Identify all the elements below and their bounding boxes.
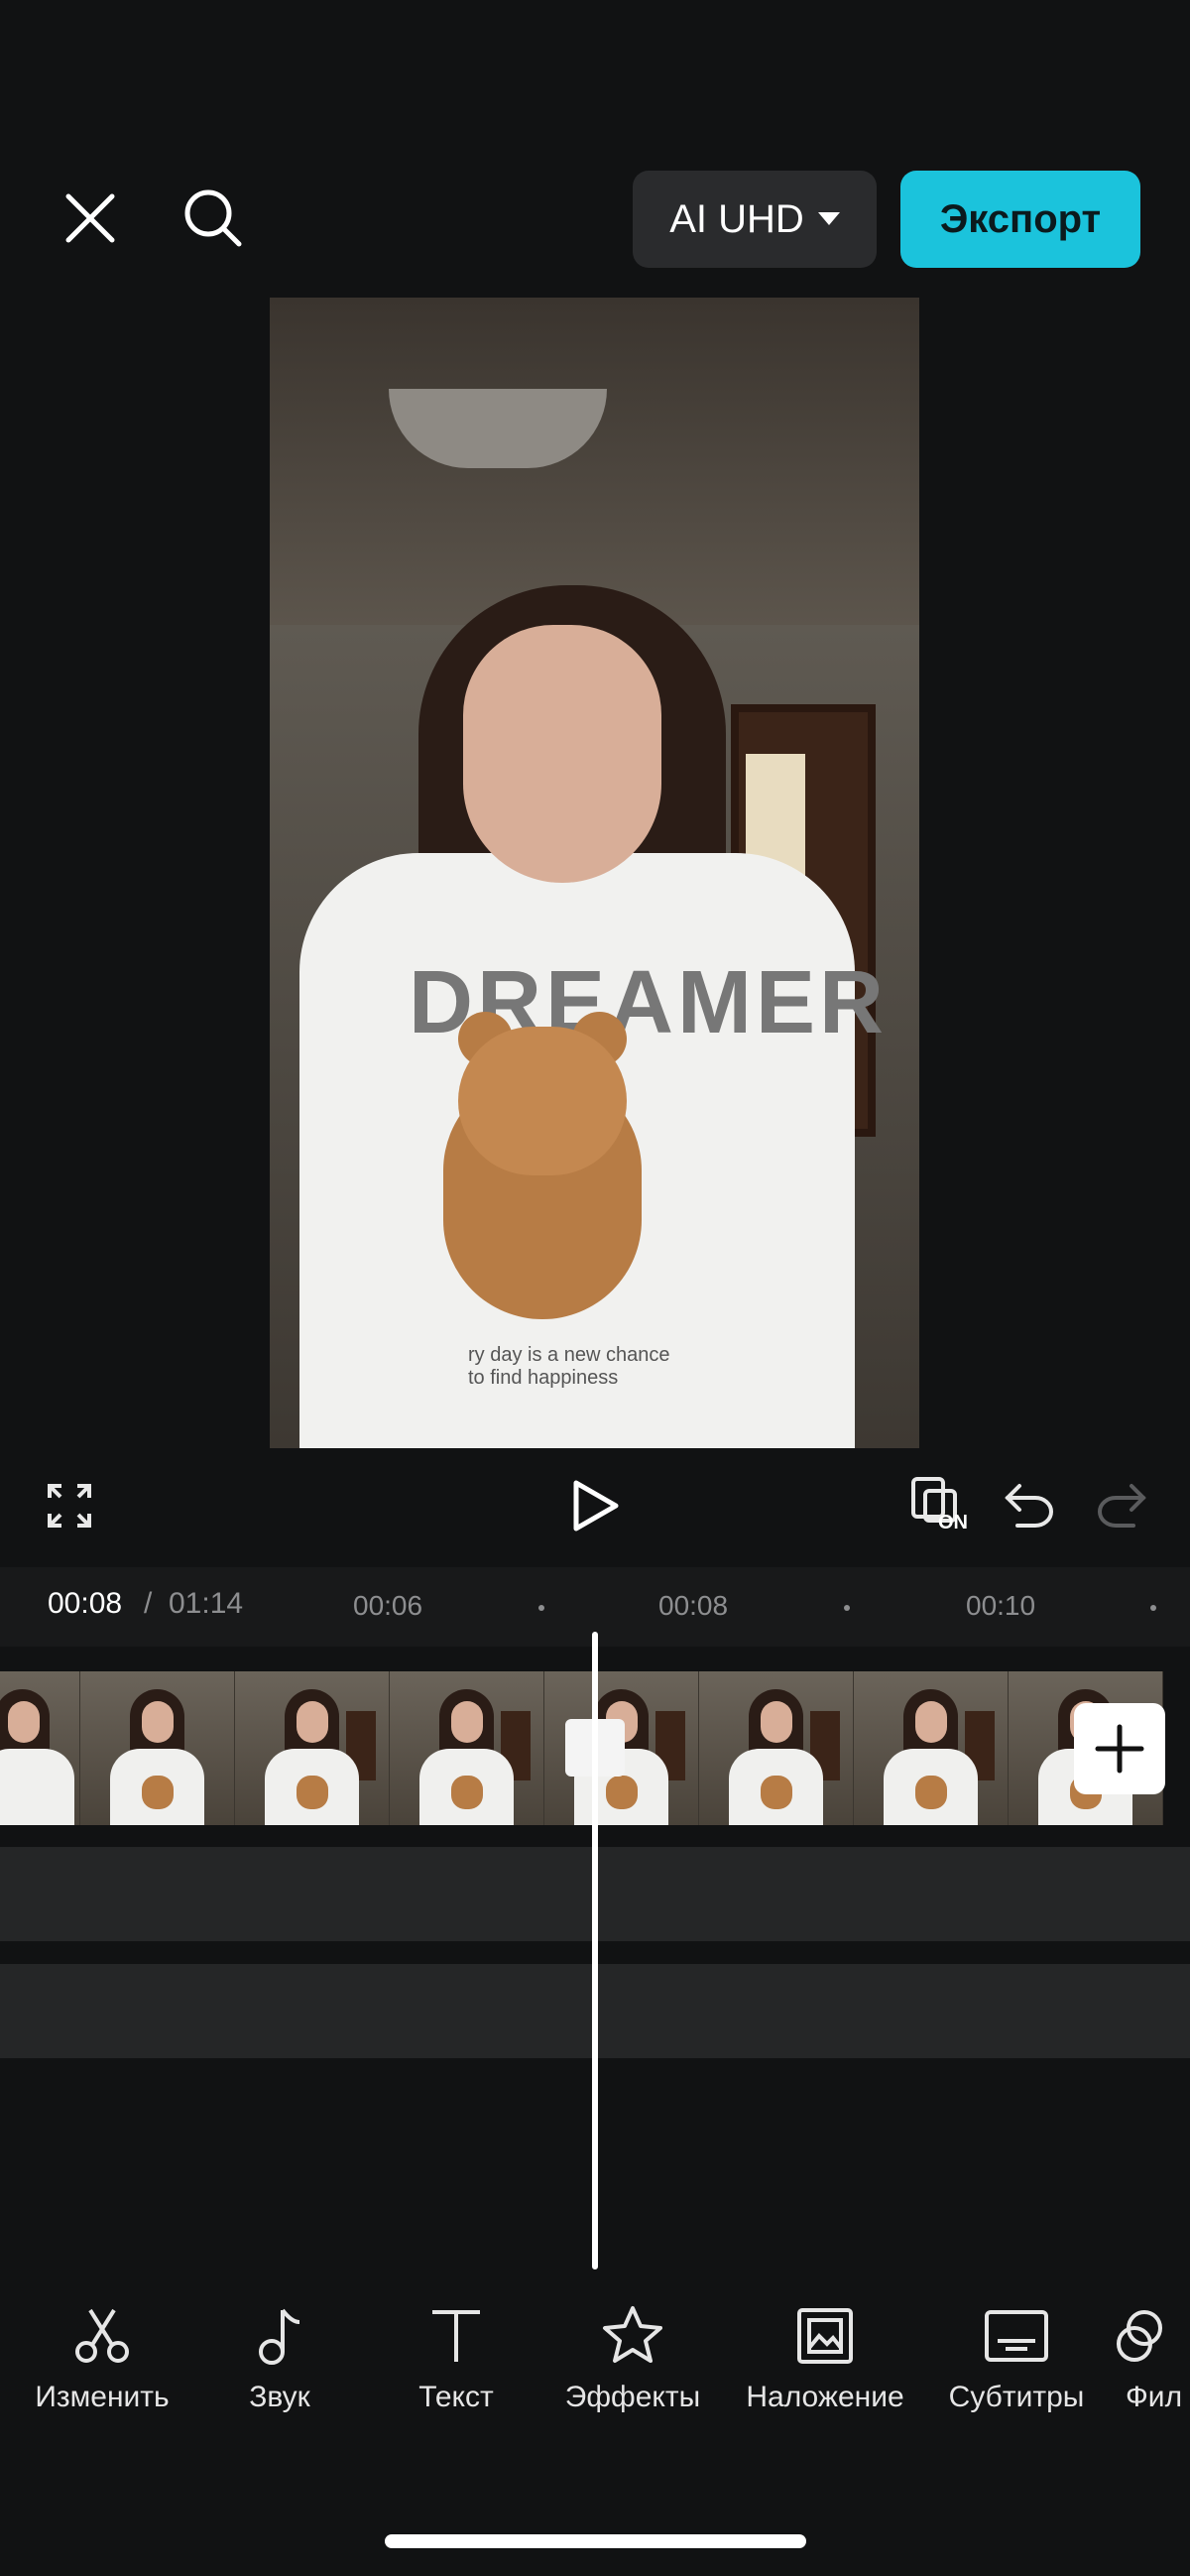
chevron-down-icon [817,212,840,225]
tool-audio[interactable]: Звук [185,2291,374,2414]
undo-icon [1005,1484,1053,1528]
tool-text[interactable]: Текст [362,2291,550,2414]
tick-label: 00:06 [353,1590,423,1621]
clip-thumbnail [390,1671,544,1825]
subtitles-icon [985,2310,1048,2362]
text-icon [432,2310,480,2362]
overlay-icon [797,2308,853,2364]
tool-effects[interactable]: Эффекты [538,2291,727,2414]
keyframe-on-badge: ON [938,1512,968,1533]
tool-edit[interactable]: Изменить [8,2291,196,2414]
tick-dot [1150,1605,1156,1611]
close-icon [65,193,115,243]
redo-icon [1098,1484,1146,1528]
tool-label: Субтитры [948,2381,1085,2413]
tick-label: 00:08 [658,1590,729,1621]
preview-shirt-caption: ry day is a new chance to find happiness [468,1344,670,1389]
scissors-icon [75,2308,129,2363]
clip-thumbnail [80,1671,235,1825]
preview-bear-head [458,1027,627,1175]
effects-star-icon [603,2306,662,2363]
current-time: 00:08 [48,1587,123,1620]
tool-label: Текст [418,2381,494,2413]
time-separator: / [144,1587,153,1620]
export-label: Экспорт [939,196,1102,241]
preview-face [463,625,661,883]
tool-subtitles[interactable]: Субтитры [922,2291,1111,2414]
filter-icon [1117,2310,1162,2362]
play-icon [573,1480,619,1532]
clip-thumbnail [699,1671,854,1825]
close-button[interactable] [55,179,126,258]
tool-label: Изменить [35,2381,170,2413]
tool-overlay[interactable]: Наложение [731,2291,919,2414]
playback-controls: ON [0,1466,1190,1555]
home-indicator[interactable] [385,2534,806,2548]
tick-label: 00:10 [966,1590,1036,1621]
clip-thumbnail [0,1671,80,1825]
fullscreen-button[interactable] [40,1476,99,1535]
clip-thumbnail [854,1671,1009,1825]
search-icon [184,189,242,247]
tick-dot [844,1605,850,1611]
quality-label: AI UHD [669,196,804,241]
total-time: 01:14 [169,1587,244,1620]
export-button[interactable]: Экспорт [900,171,1140,268]
preview-ceiling [270,298,919,625]
keyframe-toggle[interactable]: ON [900,1466,980,1545]
tool-label: Звук [249,2381,310,2413]
tick-dot [538,1605,544,1611]
playhead[interactable] [592,1632,598,2269]
video-preview[interactable]: DREAMER ry day is a new chance to find h… [270,298,919,1448]
fullscreen-icon [48,1484,91,1528]
tool-label: Эффекты [564,2381,701,2413]
plus-icon [1095,1724,1144,1774]
undo-button[interactable] [997,1476,1062,1535]
tool-label: Фил [1126,2381,1183,2413]
add-clip-button[interactable] [1074,1703,1165,1794]
tool-label: Наложение [746,2381,904,2413]
search-button[interactable] [174,179,253,258]
tool-filters[interactable]: Фил [1111,2291,1190,2414]
play-button[interactable] [560,1471,630,1540]
quality-selector[interactable]: AI UHD [633,171,877,268]
clip-thumbnail [235,1671,390,1825]
music-note-icon [259,2308,300,2365]
bottom-toolbar: Изменить Звук Текст Эффекты Наложение Су… [0,2291,1190,2450]
redo-button[interactable] [1089,1476,1154,1535]
